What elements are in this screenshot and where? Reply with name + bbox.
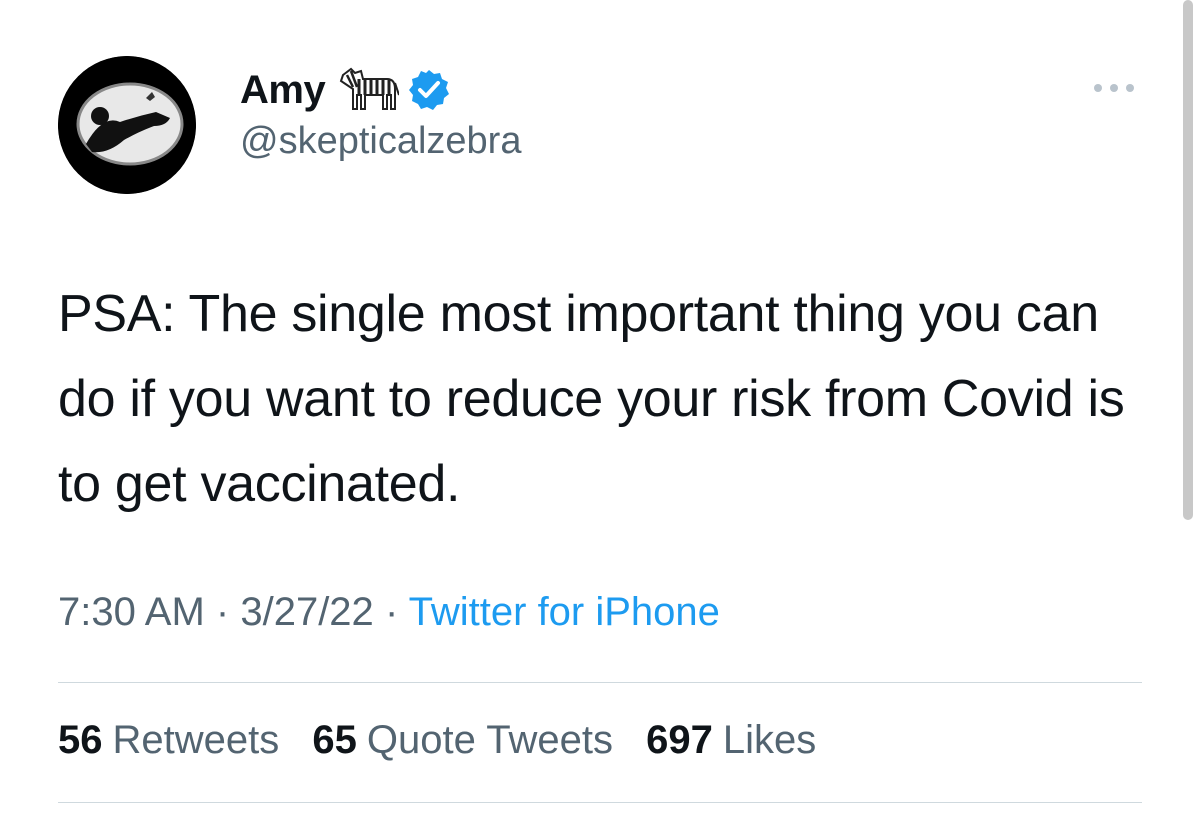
display-name[interactable]: Amy (240, 68, 326, 113)
verified-badge-icon (407, 68, 451, 112)
quote-tweets-stat[interactable]: 65 Quote Tweets (312, 718, 613, 762)
divider (58, 802, 1142, 803)
meta-separator: · (215, 590, 230, 634)
quote-tweets-label: Quote Tweets (366, 718, 613, 762)
meta-separator: · (384, 590, 399, 634)
tweet-stats: 56 Retweets 65 Quote Tweets 697 Likes (58, 718, 838, 763)
tweet-detail: Amy @skepticalzebra PSA: The single most… (0, 0, 1200, 835)
retweets-label: Retweets (112, 718, 280, 762)
more-options-icon[interactable] (1090, 76, 1138, 100)
quote-tweets-count: 65 (312, 718, 357, 762)
retweets-stat[interactable]: 56 Retweets (58, 718, 279, 762)
likes-stat[interactable]: 697 Likes (646, 718, 816, 762)
tweet-date[interactable]: 3/27/22 (240, 590, 373, 634)
author-handle[interactable]: @skepticalzebra (240, 120, 521, 163)
avatar[interactable] (58, 56, 196, 194)
zebra-emoji-icon (337, 65, 401, 115)
tweet-text: PSA: The single most important thing you… (58, 285, 1125, 513)
tweet-source[interactable]: Twitter for iPhone (409, 590, 720, 634)
likes-count: 697 (646, 718, 713, 762)
likes-label: Likes (722, 718, 817, 762)
retweets-count: 56 (58, 718, 103, 762)
scrollbar[interactable] (1183, 0, 1193, 520)
tweet-time[interactable]: 7:30 AM (58, 590, 205, 634)
avatar-image (58, 56, 196, 194)
divider (58, 682, 1142, 683)
tweet-meta: 7:30 AM · 3/27/22 · Twitter for iPhone (58, 590, 720, 635)
author-name-row[interactable]: Amy (240, 62, 451, 118)
